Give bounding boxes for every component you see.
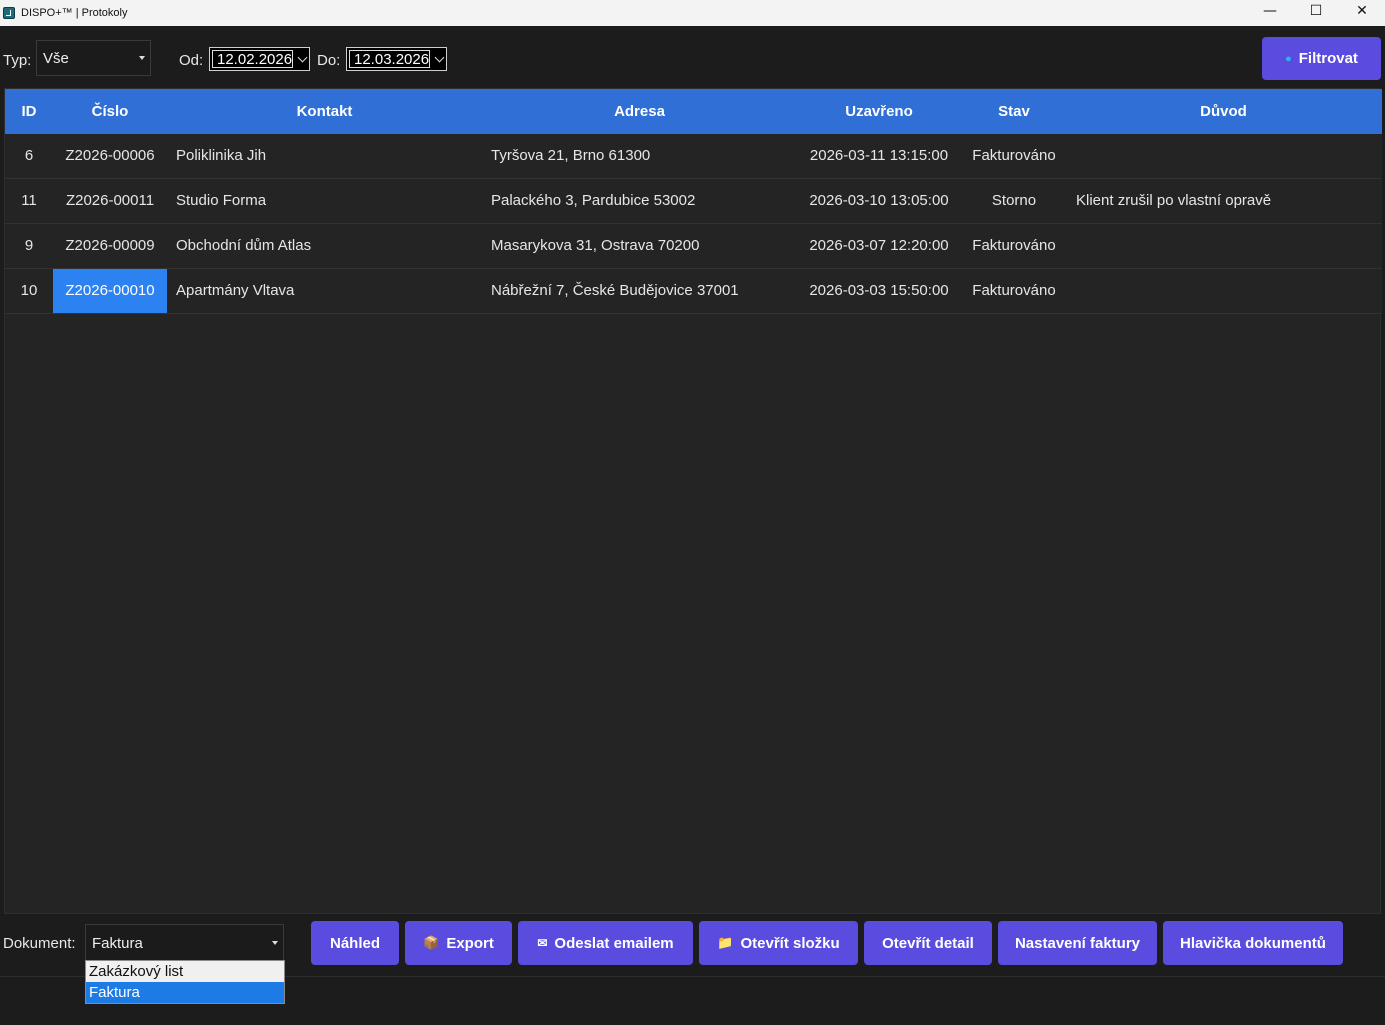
table-row[interactable]: 11 Z2026-00011 Studio Forma Palackého 3,…: [5, 179, 1382, 224]
filter-button-label: Filtrovat: [1298, 50, 1358, 67]
cell-kontakt: Apartmány Vltava: [176, 282, 295, 299]
table-row[interactable]: 6 Z2026-00006 Poliklinika Jih Tyršova 21…: [5, 134, 1382, 179]
table-row[interactable]: 9 Z2026-00009 Obchodní dům Atlas Masaryk…: [5, 224, 1382, 269]
cell-stav: Storno: [991, 192, 1037, 209]
filter-icon: ●: [1285, 52, 1292, 65]
filter-bar: Typ: Vše Od: 12.02.2026 Do: 12.03.2026 ●…: [0, 26, 1385, 88]
export-button[interactable]: 📦 Export: [405, 921, 512, 965]
invoice-settings-button[interactable]: Nastavení faktury: [998, 921, 1157, 965]
folder-icon: 📁: [717, 935, 734, 950]
chevron-down-icon[interactable]: [297, 52, 308, 63]
open-folder-button-label: Otevřít složku: [740, 934, 840, 952]
cell-uzavreno: 2026-03-11 13:15:00: [809, 147, 949, 164]
column-header-id[interactable]: ID: [5, 89, 53, 134]
send-email-button[interactable]: ✉ Odeslat emailem: [518, 921, 693, 965]
column-header-cislo[interactable]: Číslo: [53, 89, 167, 134]
open-folder-button[interactable]: 📁 Otevřít složku: [699, 921, 858, 965]
minimize-button[interactable]: —: [1247, 0, 1293, 22]
cell-uzavreno: 2026-03-10 13:05:00: [809, 192, 949, 209]
document-header-button-label: Hlavička dokumentů: [1180, 934, 1326, 952]
column-header-kontakt[interactable]: Kontakt: [167, 89, 482, 134]
cell-adresa: Masarykova 31, Ostrava 70200: [491, 237, 700, 254]
invoice-settings-button-label: Nastavení faktury: [1014, 934, 1141, 952]
minimize-icon: —: [1263, 3, 1277, 19]
protocols-table[interactable]: ID Číslo Kontakt Adresa Uzavřeno Stav Dů…: [4, 88, 1382, 914]
from-date-value: 12.02.2026: [212, 50, 294, 68]
package-icon: 📦: [423, 935, 440, 950]
cell-adresa: Nábřežní 7, České Budějovice 37001: [491, 282, 739, 299]
cell-cislo: Z2026-00006: [65, 147, 155, 164]
cell-cislo: Z2026-00011: [65, 192, 155, 209]
from-date-picker[interactable]: 12.02.2026: [209, 47, 310, 71]
chevron-down-icon: [272, 941, 278, 945]
export-button-label: Export: [446, 934, 494, 952]
column-header-adresa[interactable]: Adresa: [482, 89, 797, 134]
cell-stav: Fakturováno: [972, 147, 1056, 164]
cell-duvod: [1067, 269, 1380, 313]
cell-stav: Fakturováno: [972, 237, 1056, 254]
column-header-uzavreno[interactable]: Uzavřeno: [797, 89, 961, 134]
cell-duvod: Klient zrušil po vlastní opravě: [1076, 192, 1272, 209]
document-option-zakazkovy-list[interactable]: Zakázkový list: [86, 961, 284, 982]
document-dropdown-list[interactable]: Zakázkový list Faktura: [85, 960, 285, 1004]
document-value: Faktura: [92, 934, 143, 952]
window-title: DISPO+™ | Protokoly: [21, 7, 128, 19]
table-header: ID Číslo Kontakt Adresa Uzavřeno Stav Dů…: [5, 89, 1382, 134]
to-date-value: 12.03.2026: [349, 50, 431, 68]
from-label: Od:: [179, 52, 204, 69]
cell-cislo-selected[interactable]: Z2026-00010: [53, 269, 167, 313]
cell-adresa: Palackého 3, Pardubice 53002: [491, 192, 696, 209]
type-value: Vše: [43, 49, 69, 67]
type-combobox[interactable]: Vše: [36, 40, 151, 76]
chevron-down-icon[interactable]: [434, 52, 445, 63]
document-header-button[interactable]: Hlavička dokumentů: [1163, 921, 1343, 965]
cell-uzavreno: 2026-03-03 15:50:00: [809, 282, 949, 299]
cell-uzavreno: 2026-03-07 12:20:00: [809, 237, 949, 254]
cell-id: 11: [21, 192, 37, 209]
cell-stav: Fakturováno: [972, 282, 1056, 299]
send-email-button-label: Odeslat emailem: [554, 934, 674, 952]
close-icon: ✕: [1356, 3, 1368, 19]
chevron-down-icon: [139, 56, 145, 60]
preview-button[interactable]: Náhled: [311, 921, 399, 965]
table-row[interactable]: 10 Z2026-00010 Apartmány Vltava Nábřežní…: [5, 269, 1382, 314]
cell-cislo: Z2026-00009: [65, 237, 155, 254]
cell-adresa: Tyršova 21, Brno 61300: [491, 147, 651, 164]
to-date-picker[interactable]: 12.03.2026: [346, 47, 447, 71]
document-label: Dokument:: [3, 935, 76, 952]
cell-id: 10: [20, 282, 38, 299]
maximize-icon: ☐: [1309, 3, 1323, 19]
open-detail-button-label: Otevřít detail: [882, 934, 974, 952]
column-header-stav[interactable]: Stav: [961, 89, 1067, 134]
preview-button-label: Náhled: [329, 934, 380, 952]
app-logo-icon: [3, 7, 15, 19]
cell-duvod: [1067, 134, 1380, 178]
to-label: Do:: [317, 52, 341, 69]
cell-kontakt: Poliklinika Jih: [176, 147, 267, 164]
cell-kontakt: Obchodní dům Atlas: [176, 237, 312, 254]
column-header-duvod[interactable]: Důvod: [1067, 89, 1380, 134]
open-detail-button[interactable]: Otevřít detail: [864, 921, 992, 965]
type-label: Typ:: [3, 52, 32, 69]
cell-id: 9: [24, 237, 34, 254]
filter-button[interactable]: ● Filtrovat: [1262, 37, 1381, 80]
cell-kontakt: Studio Forma: [176, 192, 267, 209]
close-button[interactable]: ✕: [1339, 0, 1385, 22]
document-option-faktura[interactable]: Faktura: [86, 982, 284, 1003]
maximize-button[interactable]: ☐: [1293, 0, 1339, 22]
envelope-icon: ✉: [537, 936, 548, 950]
title-bar: DISPO+™ | Protokoly — ☐ ✕: [0, 0, 1385, 26]
document-combobox[interactable]: Faktura: [85, 924, 284, 962]
cell-duvod: [1067, 224, 1380, 268]
cell-id: 6: [24, 147, 34, 164]
